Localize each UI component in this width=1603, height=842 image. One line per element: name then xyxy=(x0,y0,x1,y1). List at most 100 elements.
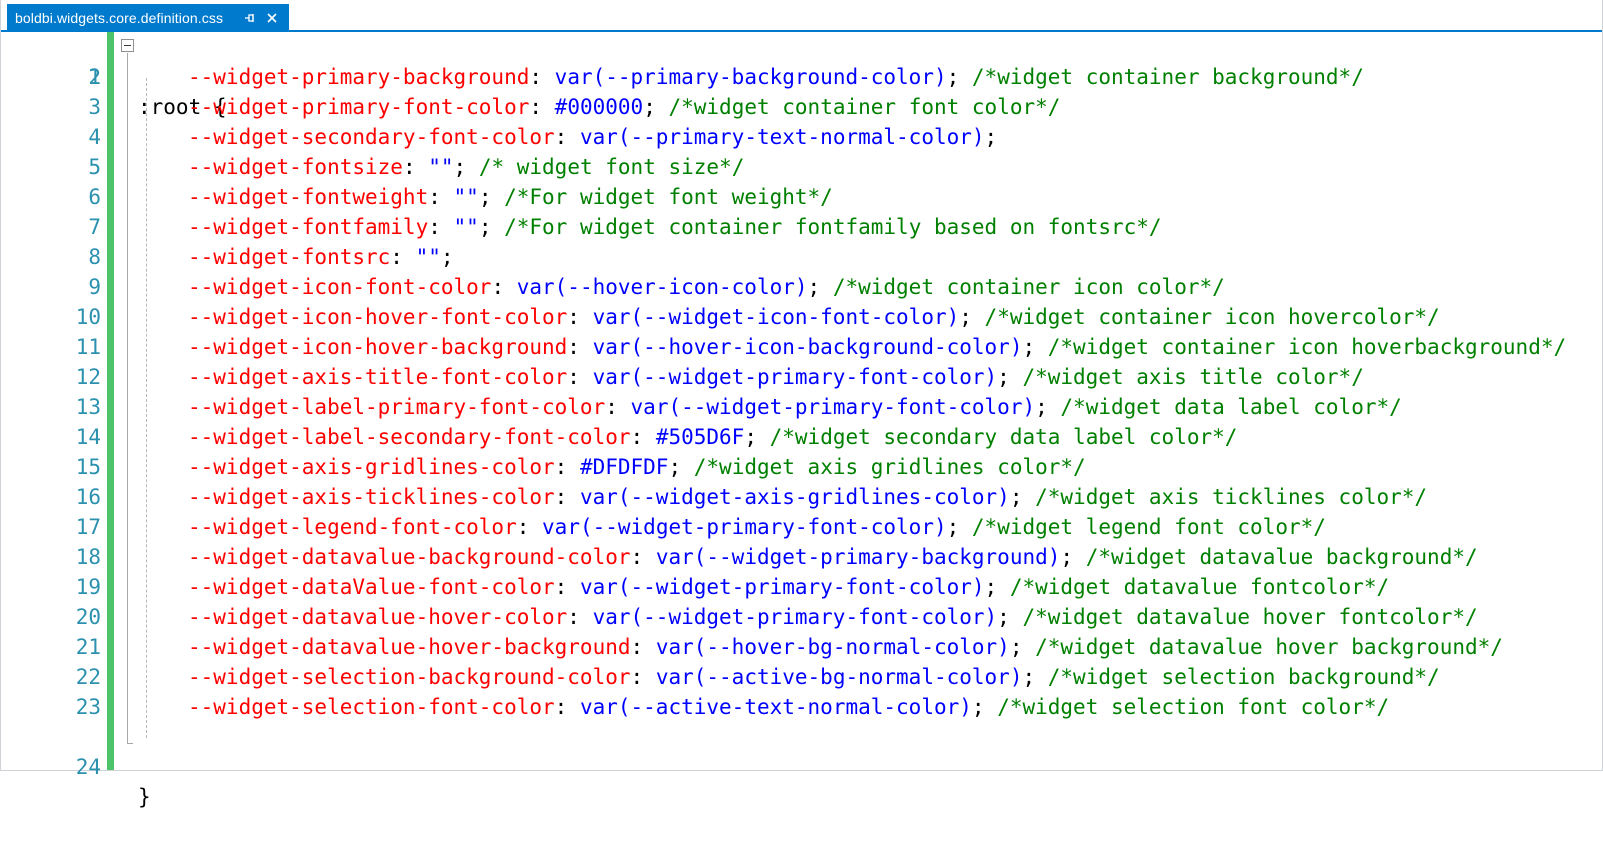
css-comment: /*widget axis gridlines color*/ xyxy=(693,455,1086,479)
css-value: "" xyxy=(453,215,479,239)
semicolon: ; xyxy=(807,275,833,299)
line-number: 11 xyxy=(75,335,101,359)
semicolon: ; xyxy=(478,215,505,239)
css-property: --widget-selection-font-color xyxy=(188,695,555,719)
css-comment: /*widget container background*/ xyxy=(971,65,1364,89)
css-property: --widget-datavalue-hover-color xyxy=(188,605,568,629)
css-comment: /* widget font size*/ xyxy=(478,155,745,179)
colon: : xyxy=(554,455,580,479)
semicolon: ; xyxy=(997,365,1023,389)
css-property: --widget-label-primary-font-color xyxy=(188,395,606,419)
semicolon: ; xyxy=(440,245,454,269)
semicolon: ; xyxy=(946,65,972,89)
colon: : xyxy=(567,605,593,629)
css-property: --widget-fontfamily xyxy=(188,215,429,239)
colon: : xyxy=(491,275,517,299)
line-number: 8 xyxy=(88,245,101,269)
css-property: --widget-selection-background-color xyxy=(188,665,631,689)
code-line: 9 --widget-icon-font-color: var(--hover-i… xyxy=(1,272,1602,302)
semicolon: ; xyxy=(997,605,1023,629)
code-line: 2 --widget-primary-background: var(--prim… xyxy=(1,62,1602,92)
semicolon: ; xyxy=(668,455,694,479)
css-value: var(--widget-primary-font-color) xyxy=(542,515,947,539)
css-declaration: --widget-dataValue-font-color: var(--wid… xyxy=(188,572,1389,602)
css-value: "" xyxy=(428,155,454,179)
semicolon: ; xyxy=(453,155,479,179)
css-property: --widget-fontsrc xyxy=(188,245,391,269)
code-line: 10 --widget-icon-hover-font-color: var(--… xyxy=(1,302,1602,332)
css-property: --widget-icon-font-color xyxy=(188,275,492,299)
css-property: --widget-datavalue-hover-background xyxy=(188,635,631,659)
colon: : xyxy=(567,305,593,329)
code-line: 12 --widget-axis-title-font-color: var(--… xyxy=(1,362,1602,392)
code-line: 5 --widget-fontsize: ""; /* widget font s… xyxy=(1,152,1602,182)
code-editor-window: boldbi.widgets.core.definition.css 1:ro… xyxy=(0,0,1603,809)
css-property: --widget-icon-hover-font-color xyxy=(188,305,568,329)
css-value: var(--active-bg-normal-color) xyxy=(655,665,1023,689)
code-line: 6 --widget-fontweight: ""; /*For widget f… xyxy=(1,182,1602,212)
line-number: 13 xyxy=(75,395,101,419)
colon: : xyxy=(428,185,454,209)
semicolon: ; xyxy=(744,425,770,449)
code-line: 16 --widget-axis-ticklines-color: var(--w… xyxy=(1,482,1602,512)
css-comment: /*widget axis title color*/ xyxy=(1022,365,1364,389)
line-number: 9 xyxy=(88,275,101,299)
semicolon: ; xyxy=(959,305,985,329)
css-declaration: --widget-axis-ticklines-color: var(--wid… xyxy=(188,482,1427,512)
code-line: 18 --widget-datavalue-background-color: v… xyxy=(1,542,1602,572)
code-line: 4 --widget-secondary-font-color: var(--pr… xyxy=(1,122,1602,152)
line-number: 12 xyxy=(75,365,101,389)
css-value: var(--primary-background-color) xyxy=(554,65,947,89)
colon: : xyxy=(529,95,555,119)
css-property: --widget-primary-background xyxy=(188,65,530,89)
semicolon: ; xyxy=(1022,665,1048,689)
line-number: 10 xyxy=(75,305,101,329)
css-comment: /*widget container icon hovercolor*/ xyxy=(984,305,1440,329)
css-declaration: --widget-primary-font-color: #000000; /*… xyxy=(188,92,1060,122)
css-comment: /*widget secondary data label color*/ xyxy=(769,425,1238,449)
css-comment: /*widget selection font color*/ xyxy=(997,695,1390,719)
css-property: --widget-secondary-font-color xyxy=(188,125,555,149)
css-comment: /*widget datavalue hover background*/ xyxy=(1035,635,1503,659)
code-line: 17 --widget-legend-font-color: var(--widg… xyxy=(1,512,1602,542)
css-declaration: --widget-icon-hover-background: var(--ho… xyxy=(188,332,1566,362)
css-declaration: --widget-fontsrc: ""; xyxy=(188,242,454,272)
document-tab[interactable]: boldbi.widgets.core.definition.css xyxy=(7,4,290,32)
css-declaration: --widget-secondary-font-color: var(--pri… xyxy=(188,122,997,152)
css-comment: /*widget datavalue fontcolor*/ xyxy=(1009,575,1390,599)
semicolon: ; xyxy=(1009,485,1036,509)
colon: : xyxy=(567,335,593,359)
css-property: --widget-legend-font-color xyxy=(188,515,517,539)
css-value: var(--active-text-normal-color) xyxy=(579,695,972,719)
code-line: 8 --widget-fontsrc: ""; xyxy=(1,242,1602,272)
code-line: 15 --widget-axis-gridlines-color: #DFDFDF… xyxy=(1,452,1602,482)
editor-area[interactable]: 1 :root { 24 } 2 --widget-primary-backgro… xyxy=(1,32,1602,809)
css-declaration: --widget-legend-font-color: var(--widget… xyxy=(188,512,1326,542)
code-line: 22 --widget-selection-background-color: v… xyxy=(1,662,1602,692)
css-value: #000000 xyxy=(554,95,644,119)
css-comment: /*widget container icon hoverbackground*… xyxy=(1047,335,1567,359)
code-line: 21 --widget-datavalue-hover-background: v… xyxy=(1,632,1602,662)
css-value: #DFDFDF xyxy=(579,455,669,479)
line-number: 2 xyxy=(88,65,101,89)
colon: : xyxy=(390,245,416,269)
pin-icon[interactable] xyxy=(241,9,259,27)
line-number: 23 xyxy=(75,695,101,719)
css-comment: /*widget container font color*/ xyxy=(668,95,1061,119)
colon: : xyxy=(630,635,656,659)
semicolon: ; xyxy=(984,575,1010,599)
colon: : xyxy=(554,125,580,149)
css-property: --widget-fontsize xyxy=(188,155,403,179)
css-property: --widget-label-secondary-font-color xyxy=(188,425,631,449)
css-comment: /*widget datavalue background*/ xyxy=(1085,545,1478,569)
semicolon: ; xyxy=(1035,395,1061,419)
css-declaration: --widget-icon-font-color: var(--hover-ic… xyxy=(188,272,1225,302)
css-comment: /*widget axis ticklines color*/ xyxy=(1035,485,1428,509)
semicolon: ; xyxy=(643,95,669,119)
tab-title: boldbi.widgets.core.definition.css xyxy=(15,10,224,26)
colon: : xyxy=(402,155,429,179)
code-line: 13 --widget-label-primary-font-color: var… xyxy=(1,392,1602,422)
close-icon[interactable] xyxy=(263,9,281,27)
css-declaration: --widget-fontweight: ""; /*For widget fo… xyxy=(188,182,833,212)
semicolon: ; xyxy=(1060,545,1086,569)
